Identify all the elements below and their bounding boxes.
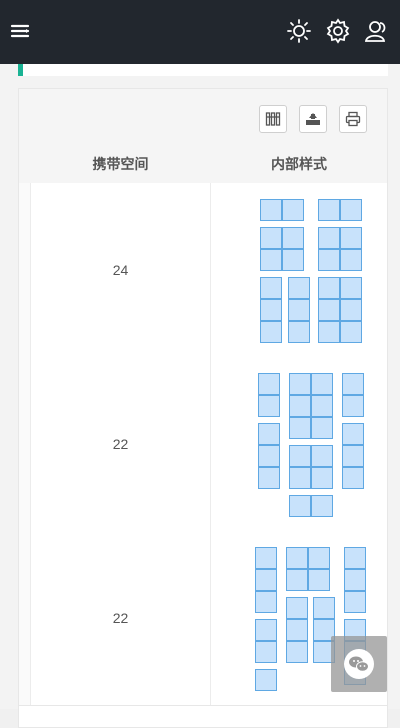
print-icon <box>345 111 361 127</box>
seat-cell <box>258 395 280 417</box>
seat-cell <box>318 227 340 249</box>
seat-layout-diagram <box>211 183 387 357</box>
seat-cell <box>318 277 340 299</box>
seat-cell <box>260 227 282 249</box>
seat-cell <box>344 569 366 591</box>
seat-cell <box>340 299 362 321</box>
column-header-capacity[interactable]: 携带空间 <box>31 145 210 183</box>
seat-cell <box>255 641 277 663</box>
seat-cell <box>318 249 340 271</box>
seat-cell <box>286 547 308 569</box>
seat-cell <box>258 467 280 489</box>
seat-cell <box>289 467 311 489</box>
table-toolbar <box>19 89 387 145</box>
table-row[interactable]: 22 <box>19 357 387 532</box>
seat-cell <box>342 467 364 489</box>
seat-cell <box>286 569 308 591</box>
seat-cell <box>286 641 308 663</box>
page-content: 携带空间 内部样式 24 22 22 <box>0 64 400 728</box>
wechat-float-button[interactable] <box>331 636 387 692</box>
seat-cell <box>258 445 280 467</box>
seat-cell <box>255 547 277 569</box>
export-button[interactable] <box>299 105 327 133</box>
seat-cell <box>255 619 277 641</box>
wechat-icon <box>344 649 374 679</box>
seat-cell <box>340 199 362 221</box>
seat-cell <box>340 277 362 299</box>
seat-cell <box>260 321 282 343</box>
column-header-layout[interactable]: 内部样式 <box>211 145 387 183</box>
seat-cell <box>311 495 333 517</box>
capacity-cell: 22 <box>31 357 211 531</box>
settings-gear-icon[interactable] <box>325 18 351 44</box>
columns-icon <box>265 112 281 126</box>
export-icon <box>306 113 320 125</box>
data-table-panel: 携带空间 内部样式 24 22 22 <box>18 88 388 728</box>
seat-layout-diagram <box>211 357 387 531</box>
seat-cell <box>289 495 311 517</box>
seat-cell <box>342 395 364 417</box>
seat-cell <box>255 669 277 691</box>
seat-cell <box>282 199 304 221</box>
seat-cell <box>286 597 308 619</box>
row-gutter <box>19 183 31 357</box>
table-row[interactable]: 24 <box>19 183 387 358</box>
seat-cell <box>258 373 280 395</box>
seat-cell <box>288 321 310 343</box>
table-header: 携带空间 内部样式 <box>19 145 387 184</box>
seat-cell <box>340 249 362 271</box>
seat-cell <box>311 445 333 467</box>
seat-cell <box>344 591 366 613</box>
seat-cell <box>311 373 333 395</box>
summary-card <box>18 64 388 76</box>
row-gutter <box>19 357 31 531</box>
seat-cell <box>340 227 362 249</box>
brightness-icon[interactable] <box>286 18 312 44</box>
seat-cell <box>289 395 311 417</box>
seat-cell <box>260 249 282 271</box>
seat-cell <box>260 277 282 299</box>
print-button[interactable] <box>339 105 367 133</box>
capacity-cell: 24 <box>31 183 211 357</box>
seat-cell <box>289 417 311 439</box>
seat-cell <box>289 445 311 467</box>
seat-cell <box>311 395 333 417</box>
seat-cell <box>260 199 282 221</box>
columns-toggle-button[interactable] <box>259 105 287 133</box>
seat-cell <box>342 445 364 467</box>
capacity-cell: 22 <box>31 531 211 705</box>
top-navbar <box>0 0 400 64</box>
seat-cell <box>313 597 335 619</box>
menu-toggle-icon[interactable] <box>8 18 34 44</box>
seat-cell <box>344 547 366 569</box>
seat-cell <box>311 467 333 489</box>
seat-cell <box>318 299 340 321</box>
seat-cell <box>255 569 277 591</box>
seat-cell <box>308 569 330 591</box>
seat-cell <box>308 547 330 569</box>
user-profile-icon[interactable] <box>364 18 390 44</box>
seat-cell <box>282 227 304 249</box>
seat-cell <box>318 321 340 343</box>
seat-cell <box>258 423 280 445</box>
seat-cell <box>288 277 310 299</box>
seat-cell <box>282 249 304 271</box>
seat-cell <box>255 591 277 613</box>
seat-cell <box>260 299 282 321</box>
seat-cell <box>288 299 310 321</box>
seat-cell <box>342 373 364 395</box>
seat-cell <box>342 423 364 445</box>
row-gutter <box>19 531 31 705</box>
seat-cell <box>340 321 362 343</box>
seat-cell <box>286 619 308 641</box>
seat-cell <box>318 199 340 221</box>
seat-cell <box>311 417 333 439</box>
seat-cell <box>289 373 311 395</box>
